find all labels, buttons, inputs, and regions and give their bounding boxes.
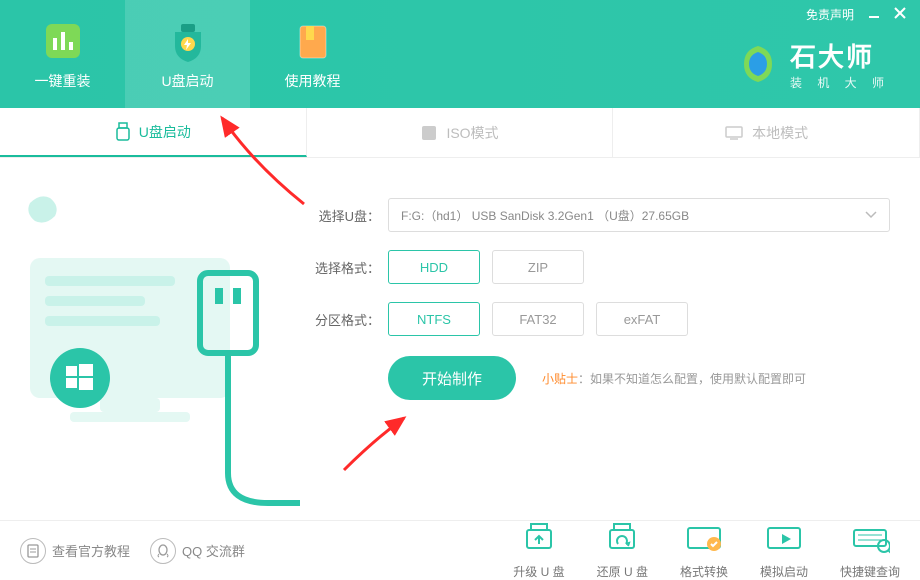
iso-icon	[420, 124, 438, 142]
subtab-iso[interactable]: ISO模式	[307, 108, 614, 157]
form-pane: 选择U盘： F:G:（hd1） USB SanDisk 3.2Gen1 （U盘）…	[300, 158, 920, 520]
link-label: QQ 交流群	[182, 541, 245, 560]
hotkey-icon	[850, 521, 890, 557]
close-button[interactable]	[894, 7, 906, 22]
subtabs: U盘启动 ISO模式 本地模式	[0, 108, 920, 158]
format-option-hdd[interactable]: HDD	[388, 250, 480, 284]
minimize-button[interactable]	[868, 7, 880, 22]
qq-group-link[interactable]: QQ 交流群	[150, 538, 245, 564]
tool-upgrade-usb[interactable]: 升级 U 盘	[513, 521, 564, 580]
format-option-zip[interactable]: ZIP	[492, 250, 584, 284]
tool-label: 快捷键查询	[840, 563, 900, 580]
simulate-boot-icon	[764, 521, 804, 557]
disclaimer-link[interactable]: 免责声明	[806, 6, 854, 23]
tab-tutorial[interactable]: 使用教程	[250, 0, 375, 108]
tip-text: 小贴士：如果不知道怎么配置，使用默认配置即可	[542, 370, 806, 387]
app-header: 一键重装 U盘启动 使用教程 免责声明 石大师 装 机 大 师	[0, 0, 920, 108]
tool-label: 升级 U 盘	[513, 563, 564, 580]
partition-option-fat32[interactable]: FAT32	[492, 302, 584, 336]
restore-usb-icon	[602, 521, 642, 557]
partition-option-ntfs[interactable]: NTFS	[388, 302, 480, 336]
titlebar: 免责声明	[792, 0, 920, 29]
tab-usb-boot[interactable]: U盘启动	[125, 0, 250, 108]
nav-tabs: 一键重装 U盘启动 使用教程	[0, 0, 375, 108]
doc-icon	[20, 538, 46, 564]
partition-option-exfat[interactable]: exFAT	[596, 302, 688, 336]
usb-icon	[115, 122, 131, 142]
upgrade-usb-icon	[519, 521, 559, 557]
tab-label: U盘启动	[161, 71, 213, 91]
tab-label: 使用教程	[285, 71, 341, 91]
brand: 石大师 装 机 大 师	[736, 37, 920, 91]
tab-label: 一键重装	[35, 71, 91, 91]
usb-select[interactable]: F:G:（hd1） USB SanDisk 3.2Gen1 （U盘）27.65G…	[388, 198, 890, 232]
qq-icon	[150, 538, 176, 564]
link-label: 查看官方教程	[52, 541, 130, 560]
book-icon	[289, 17, 337, 65]
tool-restore-usb[interactable]: 还原 U 盘	[597, 521, 648, 580]
tab-reinstall[interactable]: 一键重装	[0, 0, 125, 108]
tool-format-convert[interactable]: 格式转换	[680, 521, 728, 580]
subtab-label: ISO模式	[446, 123, 498, 143]
format-convert-icon	[684, 521, 724, 557]
logo-icon	[736, 42, 780, 86]
tool-hotkey-lookup[interactable]: 快捷键查询	[840, 521, 900, 580]
subtab-label: 本地模式	[752, 123, 808, 143]
usb-shield-icon	[164, 17, 212, 65]
tool-label: 格式转换	[680, 563, 728, 580]
format-label: 选择格式：	[310, 258, 388, 277]
monitor-icon	[724, 125, 744, 141]
footer: 查看官方教程 QQ 交流群 升级 U 盘 还原 U 盘 格式转换 模拟启动 快捷…	[0, 520, 920, 580]
brand-subtitle: 装 机 大 师	[790, 74, 890, 91]
tool-label: 模拟启动	[760, 563, 808, 580]
partition-label: 分区格式：	[310, 310, 388, 329]
illustration-pane	[0, 158, 300, 520]
subtab-label: U盘启动	[139, 122, 191, 142]
usb-select-value: F:G:（hd1） USB SanDisk 3.2Gen1 （U盘）27.65G…	[401, 207, 689, 224]
tool-label: 还原 U 盘	[597, 563, 648, 580]
chevron-down-icon	[865, 211, 877, 219]
tool-simulate-boot[interactable]: 模拟启动	[760, 521, 808, 580]
start-button[interactable]: 开始制作	[388, 356, 516, 400]
chart-icon	[39, 17, 87, 65]
subtab-local[interactable]: 本地模式	[613, 108, 920, 157]
official-tutorial-link[interactable]: 查看官方教程	[20, 538, 130, 564]
brand-title: 石大师	[790, 37, 890, 74]
select-usb-label: 选择U盘：	[310, 206, 388, 225]
subtab-usb-boot[interactable]: U盘启动	[0, 108, 307, 157]
